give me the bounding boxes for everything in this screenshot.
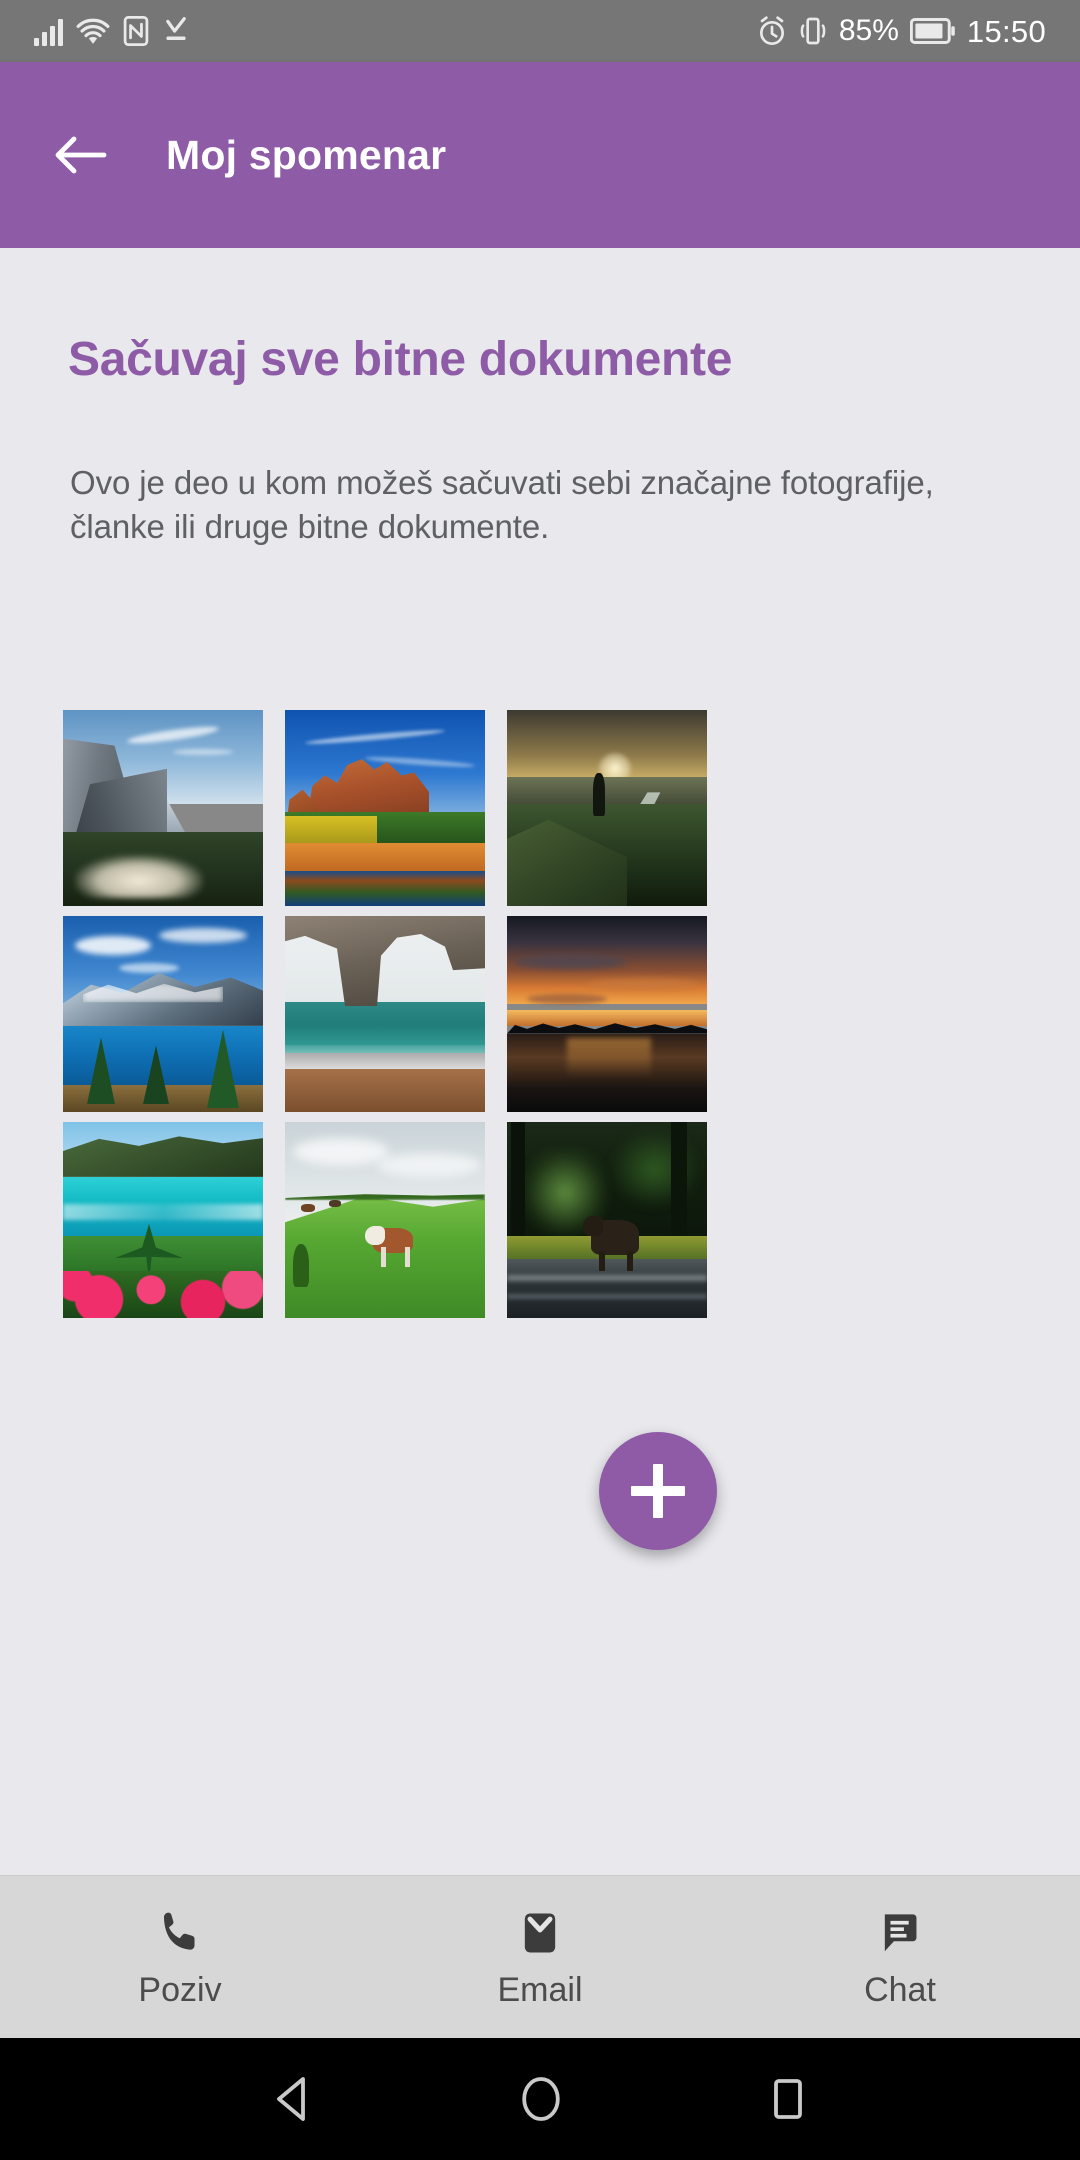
phone-icon bbox=[163, 1912, 195, 1950]
battery-icon bbox=[909, 18, 955, 44]
gallery-item-hiker-sunrise-ridge-photo[interactable] bbox=[507, 710, 707, 906]
android-recents-button[interactable] bbox=[767, 2076, 809, 2122]
gallery-item-moose-river-photo[interactable] bbox=[507, 1122, 707, 1318]
nav-item-label: Chat bbox=[864, 1971, 936, 2009]
gallery-item-sea-arch-beach-photo[interactable] bbox=[285, 916, 485, 1112]
gallery-item-sunset-lake-photo[interactable] bbox=[507, 916, 707, 1112]
status-bar: 85% 15:50 bbox=[0, 0, 1080, 62]
back-button[interactable] bbox=[32, 107, 128, 203]
photo-grid bbox=[63, 710, 707, 1318]
gallery-item-tropical-coast-flowers-photo[interactable] bbox=[63, 1122, 263, 1318]
status-bar-right-icons: 85% 15:50 bbox=[757, 15, 1046, 47]
download-complete-icon bbox=[166, 17, 186, 40]
android-home-button[interactable] bbox=[518, 2074, 564, 2124]
nfc-icon bbox=[123, 16, 149, 46]
battery-percent-label: 85% bbox=[838, 14, 899, 47]
android-system-navigation bbox=[0, 2038, 1080, 2160]
phone-screen: 85% 15:50 Moj spomenar Sačuvaj sve bitne… bbox=[0, 0, 1080, 2160]
gallery-item-glacier-lake-photo[interactable] bbox=[63, 916, 263, 1112]
nav-item-chat[interactable]: Chat bbox=[720, 1907, 1080, 2007]
gallery-item-yosemite-valley-photo[interactable] bbox=[63, 710, 263, 906]
nav-item-label: Email bbox=[497, 1971, 583, 2009]
main-content: Sačuvaj sve bitne dokumente Ovo je deo u… bbox=[0, 248, 1080, 1875]
chat-bubble-icon bbox=[884, 1914, 917, 1952]
envelope-icon bbox=[524, 1913, 556, 1953]
content-heading: Sačuvaj sve bitne dokumente bbox=[68, 333, 733, 386]
gallery-item-sedona-red-rock-photo[interactable] bbox=[285, 710, 485, 906]
plus-icon-vertical bbox=[653, 1464, 663, 1518]
status-bar-clock: 15:50 bbox=[966, 13, 1046, 49]
bottom-navigation: Poziv Email Chat bbox=[0, 1875, 1080, 2038]
add-button[interactable] bbox=[599, 1432, 717, 1550]
gallery-item-cow-green-hill-photo[interactable] bbox=[285, 1122, 485, 1318]
signal-bars-icon bbox=[34, 18, 63, 46]
page-title: Moj spomenar bbox=[166, 131, 447, 178]
wifi-icon bbox=[76, 18, 110, 44]
content-description: Ovo je deo u kom možeš sačuvati sebi zna… bbox=[70, 463, 934, 546]
android-back-button[interactable] bbox=[271, 2075, 315, 2123]
status-bar-left-icons bbox=[34, 16, 190, 46]
nav-item-label: Poziv bbox=[138, 1971, 222, 2009]
nav-item-email[interactable]: Email bbox=[360, 1907, 720, 2007]
nav-item-poziv[interactable]: Poziv bbox=[0, 1907, 360, 2007]
arrow-left-icon bbox=[55, 136, 107, 174]
vibrate-icon bbox=[800, 17, 826, 45]
app-bar: Moj spomenar bbox=[0, 62, 1080, 248]
alarm-icon bbox=[759, 16, 784, 45]
